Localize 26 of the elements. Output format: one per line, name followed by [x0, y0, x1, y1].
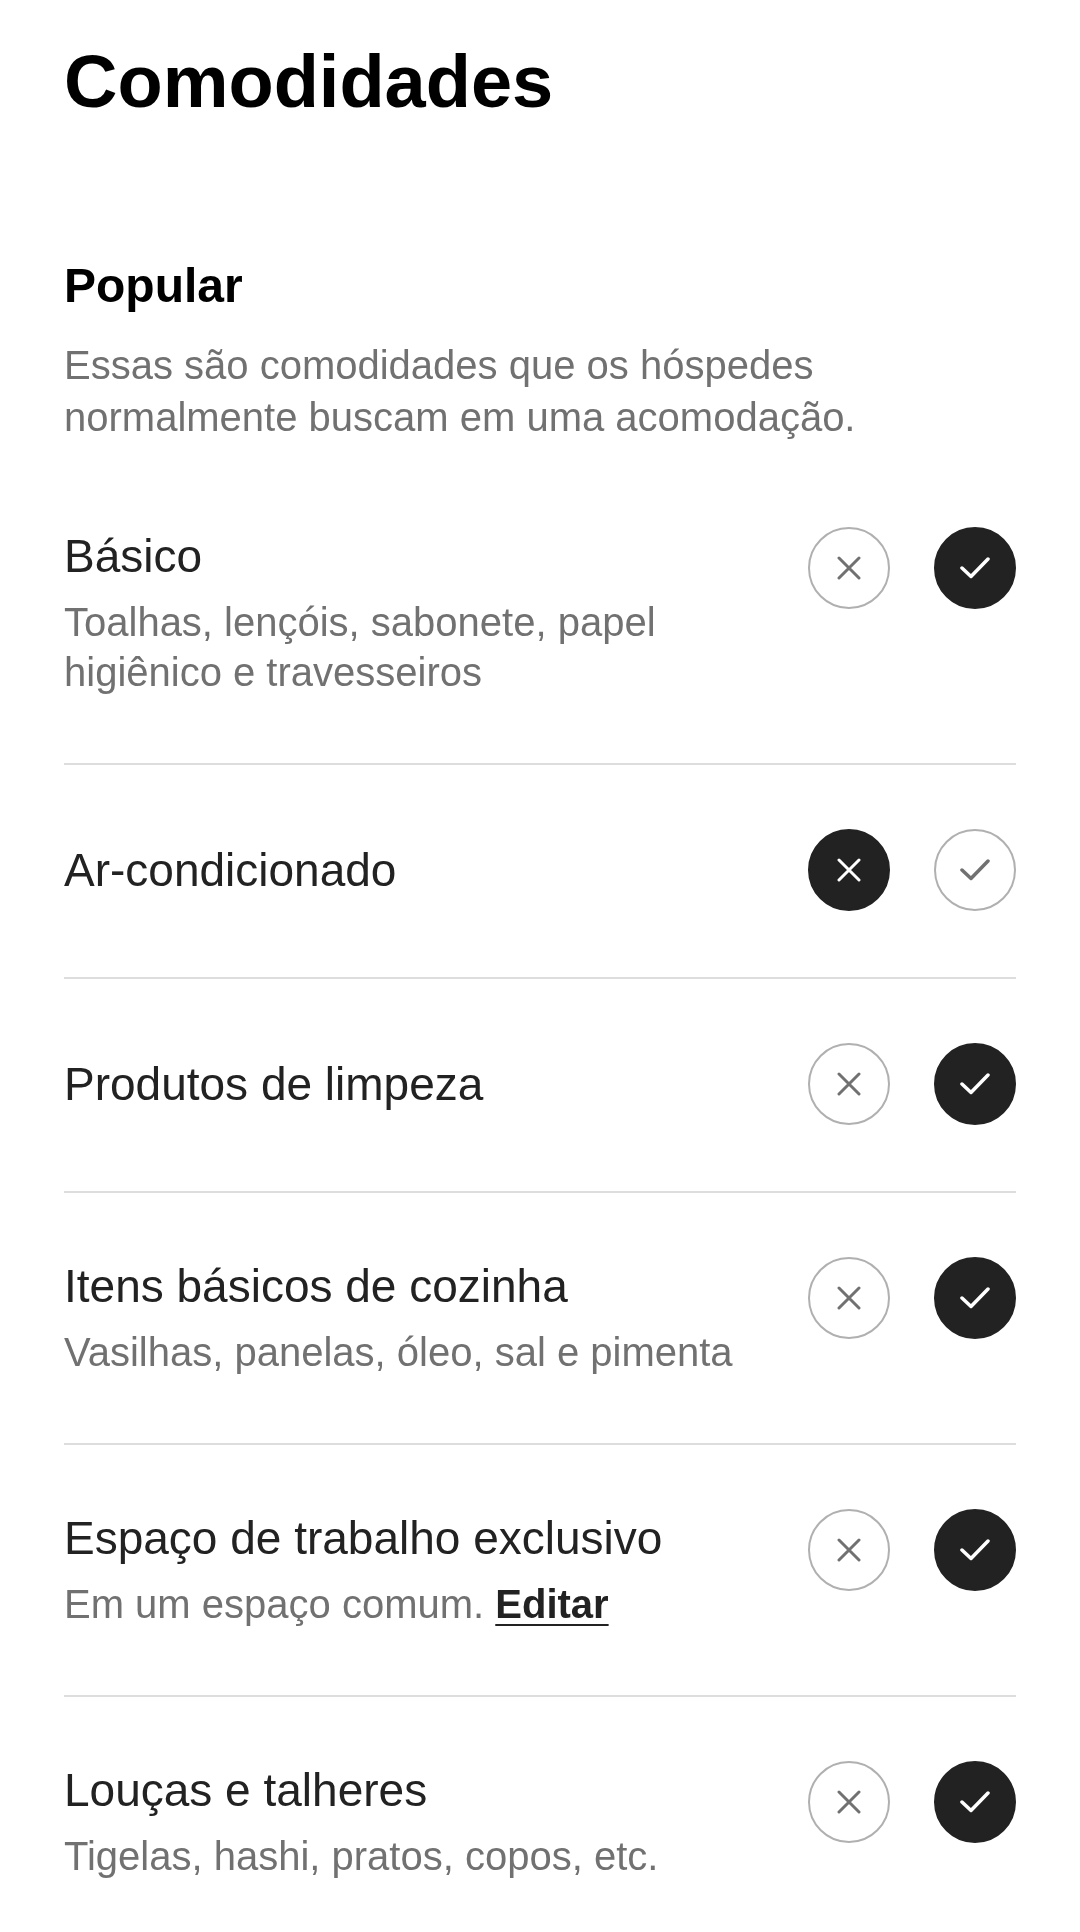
- cross-icon: [837, 1286, 861, 1310]
- amenity-name: Itens básicos de cozinha: [64, 1259, 569, 1314]
- amenity-description: Vasilhas, panelas, óleo, sal e pimenta: [64, 1329, 734, 1376]
- check-icon: [960, 859, 990, 881]
- amenity-description: Em um espaço comum. Editar: [64, 1581, 610, 1628]
- amenity-name: Básico: [64, 529, 204, 584]
- check-icon: [960, 557, 990, 579]
- section-heading: Popular: [64, 258, 244, 314]
- edit-link[interactable]: Editar: [495, 1582, 609, 1626]
- cross-icon: [837, 556, 861, 580]
- amenity-name: Louças e talheres: [64, 1763, 429, 1818]
- amenity-name: Ar-condicionado: [64, 843, 398, 898]
- amenity-name: Espaço de trabalho exclusivo: [64, 1511, 664, 1566]
- cross-icon: [837, 1790, 861, 1814]
- amenity-name: Produtos de limpeza: [64, 1057, 485, 1112]
- amenity-description: Tigelas, hashi, pratos, copos, etc.: [64, 1833, 660, 1880]
- check-icon: [960, 1791, 990, 1813]
- page-title: Comodidades: [64, 39, 555, 124]
- check-icon: [960, 1539, 990, 1561]
- cross-icon: [837, 858, 861, 882]
- amenity-description: Toalhas, lençóis, sabonete, papel higiênico e travesseiros: [64, 599, 657, 696]
- check-icon: [960, 1287, 990, 1309]
- cross-icon: [837, 1538, 861, 1562]
- section-description: Essas são comodidades que os hóspedes normalmente buscam em uma acomodação.: [64, 342, 857, 441]
- check-icon: [960, 1073, 990, 1095]
- cross-icon: [837, 1072, 861, 1096]
